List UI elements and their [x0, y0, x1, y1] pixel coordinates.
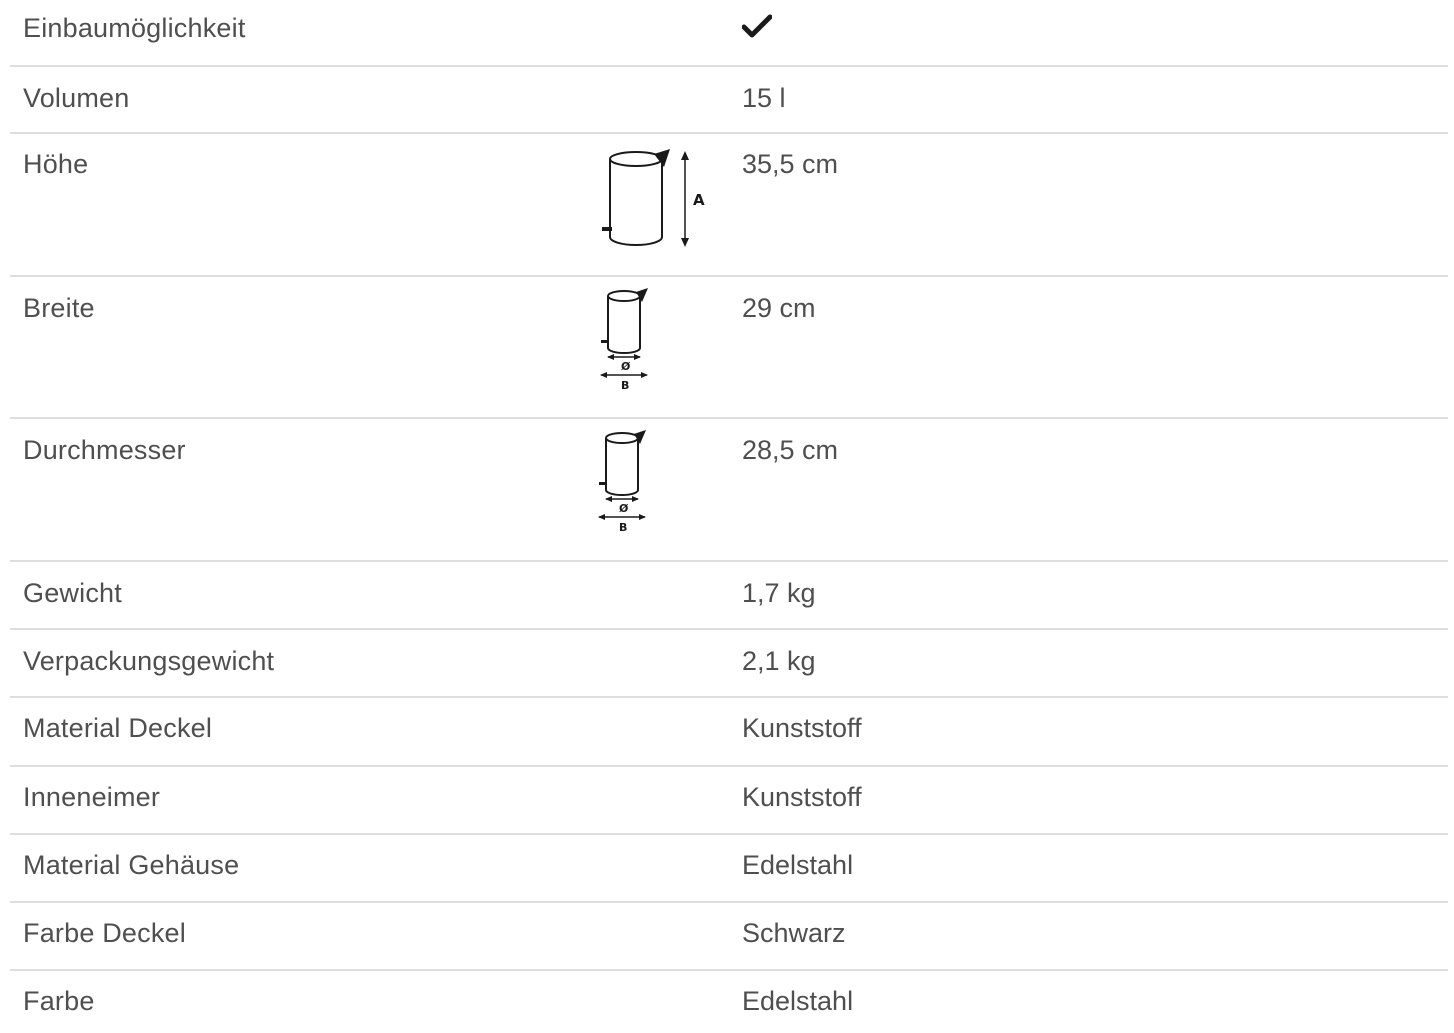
spec-label: Material Deckel	[23, 713, 213, 743]
spec-value: 2,1 kg	[742, 646, 816, 676]
svg-text:B: B	[619, 521, 627, 534]
spec-row-hoehe: Höhe A 35,5 cm	[0, 133, 1454, 276]
svg-text:A: A	[693, 191, 705, 209]
spec-row-einbaumoeglichkeit: Einbaumöglichkeit	[0, 0, 1454, 66]
spec-label: Inneneimer	[23, 782, 161, 812]
spec-label: Material Gehäuse	[23, 850, 240, 880]
spec-row-breite: Breite Ø B 29 cm	[0, 276, 1454, 418]
diameter-diagram-icon: Ø B	[596, 430, 656, 541]
spec-label: Breite	[23, 293, 95, 323]
spec-label: Volumen	[23, 83, 130, 113]
spec-row-farbe-deckel: Farbe Deckel Schwarz	[0, 902, 1454, 970]
svg-text:B: B	[621, 379, 629, 392]
spec-value: Schwarz	[742, 918, 846, 948]
specifications-table: Einbaumöglichkeit Volumen 15 l Höhe A 35…	[0, 0, 1454, 1033]
spec-value: Kunststoff	[742, 713, 862, 743]
spec-row-durchmesser: Durchmesser Ø B 28,5 cm	[0, 418, 1454, 561]
spec-row-volumen: Volumen 15 l	[0, 66, 1454, 133]
spec-value: Edelstahl	[742, 850, 854, 880]
spec-row-gewicht: Gewicht 1,7 kg	[0, 561, 1454, 629]
checkmark-icon	[741, 14, 773, 43]
spec-label: Höhe	[23, 149, 89, 179]
spec-value: 29 cm	[742, 293, 816, 323]
spec-label: Gewicht	[23, 578, 122, 608]
height-diagram-icon: A	[598, 149, 708, 254]
spec-row-material-deckel: Material Deckel Kunststoff	[0, 697, 1454, 765]
width-diagram-icon: Ø B	[598, 288, 658, 399]
spec-row-material-gehaeuse: Material Gehäuse Edelstahl	[0, 834, 1454, 902]
spec-value: 1,7 kg	[742, 578, 816, 608]
spec-row-verpackungsgewicht: Verpackungsgewicht 2,1 kg	[0, 629, 1454, 697]
spec-label: Durchmesser	[23, 435, 186, 465]
spec-value: Edelstahl	[742, 986, 854, 1016]
spec-row-farbe: Farbe Edelstahl	[0, 970, 1454, 1033]
spec-value: Kunststoff	[742, 782, 862, 812]
spec-label: Verpackungsgewicht	[23, 646, 275, 676]
spec-value: 15 l	[742, 83, 786, 113]
spec-row-inneneimer: Inneneimer Kunststoff	[0, 766, 1454, 834]
spec-label: Einbaumöglichkeit	[23, 13, 246, 43]
spec-value: 35,5 cm	[742, 149, 839, 179]
spec-label: Farbe	[23, 986, 95, 1016]
svg-text:Ø: Ø	[621, 360, 631, 373]
svg-text:Ø: Ø	[619, 502, 629, 515]
spec-value: 28,5 cm	[742, 435, 839, 465]
spec-label: Farbe Deckel	[23, 918, 186, 948]
